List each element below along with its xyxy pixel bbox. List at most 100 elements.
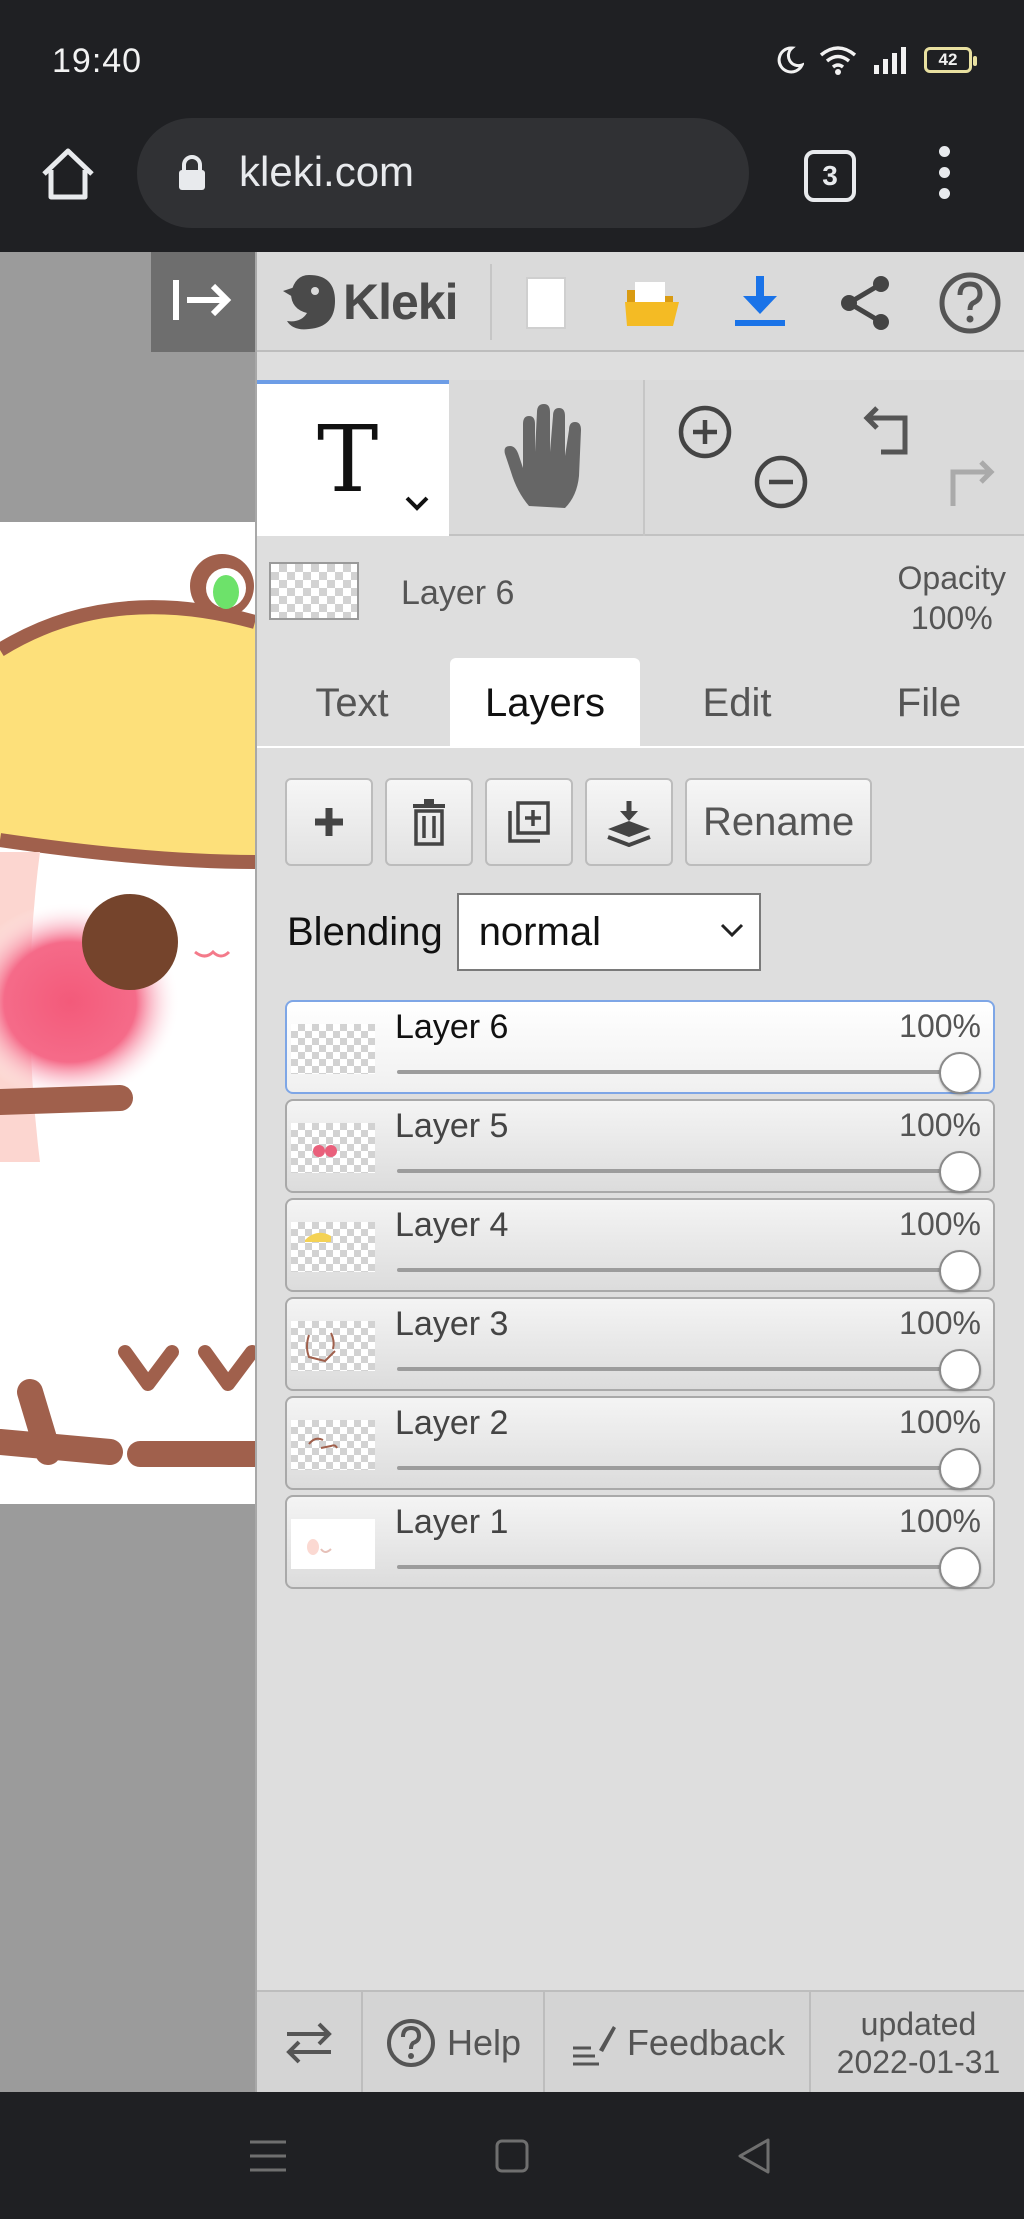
slider-knob[interactable] (939, 1250, 981, 1292)
current-layer-info: Layer 6 Opacity 100% (257, 538, 1024, 648)
current-layer-name: Layer 6 (401, 574, 515, 612)
slider-knob[interactable] (939, 1547, 981, 1589)
history-controls (825, 380, 1024, 536)
layer-opacity-slider[interactable] (397, 1367, 971, 1371)
help-button[interactable]: Help (363, 1992, 545, 2094)
collapse-panel-button[interactable] (151, 252, 255, 352)
zoom-out-icon[interactable] (751, 452, 811, 512)
layer-list: Layer 6 100% Layer 5 100% Layer 4 100% L… (285, 1000, 995, 1594)
open-folder-icon[interactable] (619, 270, 685, 336)
zoom-controls (645, 380, 825, 536)
layer-opacity-slider[interactable] (397, 1070, 971, 1074)
tab-file[interactable]: File (834, 658, 1024, 748)
tool-row: T (257, 380, 1024, 536)
duplicate-layer-button[interactable] (485, 778, 573, 866)
layer-name: Layer 3 (395, 1305, 509, 1343)
url-text: kleki.com (239, 148, 415, 195)
layer-thumbnail (291, 1024, 375, 1074)
layer-row-3[interactable]: Layer 3 100% (285, 1297, 995, 1391)
updated-label: updated (860, 2006, 977, 2042)
panel-footer: Help Feedback updated 2022-01-31 (257, 1990, 1024, 2094)
undo-icon[interactable] (861, 402, 921, 462)
panel-tabs: Text Layers Edit File (257, 648, 1024, 748)
add-layer-button[interactable] (285, 778, 373, 866)
layer-opacity-slider[interactable] (397, 1466, 971, 1470)
layer-thumbnail (291, 1123, 375, 1173)
system-nav-bar (0, 2092, 1024, 2219)
layer-row-5[interactable]: Layer 5 100% (285, 1099, 995, 1193)
chevron-down-icon[interactable] (403, 492, 431, 514)
overflow-menu-button[interactable] (928, 146, 960, 206)
new-image-icon[interactable] (513, 270, 579, 336)
updated-info: updated 2022-01-31 (811, 1992, 1024, 2094)
lock-icon (179, 155, 205, 190)
tab-switcher-button[interactable]: 3 (804, 150, 856, 202)
kleki-bird-icon (283, 275, 335, 330)
layer-opacity: 100% (899, 1206, 981, 1242)
tab-text[interactable]: Text (257, 658, 447, 748)
kleki-logo[interactable]: Kleki (281, 266, 459, 338)
collapse-arrow-icon (173, 280, 232, 320)
help-label: Help (446, 2022, 522, 2063)
battery-icon: 42 (924, 47, 977, 73)
layer-opacity-slider[interactable] (397, 1565, 971, 1569)
slider-knob[interactable] (939, 1448, 981, 1490)
layer-opacity: 100% (899, 1404, 981, 1440)
drawing-canvas-area[interactable] (0, 252, 255, 2092)
download-icon[interactable] (727, 270, 793, 336)
layer-opacity-slider[interactable] (397, 1268, 971, 1272)
kleki-side-panel: Kleki T Layer 6 Opacity 100% Text Layers… (255, 252, 1024, 2094)
layer-name: Layer 5 (395, 1107, 509, 1145)
feedback-button[interactable]: Feedback (545, 1992, 811, 2094)
rename-layer-button[interactable]: Rename (685, 778, 873, 866)
blending-select[interactable]: normal (456, 893, 761, 971)
layer-thumbnail (291, 1420, 375, 1470)
back-triangle-icon[interactable] (734, 2136, 774, 2176)
slider-knob[interactable] (939, 1349, 981, 1391)
layer-row-4[interactable]: Layer 4 100% (285, 1198, 995, 1292)
layer-row-2[interactable]: Layer 2 100% (285, 1396, 995, 1490)
layer-thumbnail (291, 1321, 375, 1371)
current-layer-opacity: Opacity 100% (897, 560, 1006, 636)
layer-name: Layer 4 (395, 1206, 509, 1244)
blending-label: Blending (287, 909, 443, 954)
layer-thumbnail (291, 1519, 375, 1569)
wifi-icon (819, 46, 857, 75)
layer-row-6[interactable]: Layer 6 100% (285, 1000, 995, 1094)
swap-side-button[interactable] (257, 1992, 363, 2094)
redo-icon[interactable] (937, 452, 997, 512)
slider-knob[interactable] (939, 1151, 981, 1193)
moon-icon (777, 46, 804, 74)
tab-edit[interactable]: Edit (642, 658, 832, 748)
merge-down-icon (607, 801, 651, 847)
kleki-brand: Kleki (343, 274, 459, 330)
address-bar[interactable]: kleki.com (137, 118, 749, 228)
recents-menu-icon[interactable] (248, 2138, 288, 2174)
help-circle-icon (386, 2019, 435, 2067)
feedback-label: Feedback (626, 2022, 786, 2063)
delete-layer-button[interactable] (385, 778, 473, 866)
slider-knob[interactable] (939, 1052, 981, 1094)
merge-down-button[interactable] (585, 778, 673, 866)
swap-arrows-icon (286, 2022, 332, 2064)
home-square-icon[interactable] (494, 2138, 530, 2174)
help-icon[interactable] (937, 270, 1003, 336)
layer-row-1[interactable]: Layer 1 100% (285, 1495, 995, 1589)
artwork-drawing (0, 554, 255, 1467)
zoom-in-icon[interactable] (675, 402, 735, 462)
trash-icon (413, 799, 445, 846)
home-icon[interactable] (36, 142, 100, 206)
share-icon[interactable] (833, 270, 899, 336)
layer-opacity-slider[interactable] (397, 1169, 971, 1173)
blending-control: Blending normal (287, 892, 761, 972)
layer-name: Layer 1 (395, 1503, 509, 1541)
layer-name: Layer 6 (395, 1008, 509, 1046)
tab-layers[interactable]: Layers (450, 658, 640, 748)
hand-tool-button[interactable] (449, 380, 645, 536)
artwork-canvas[interactable] (0, 522, 255, 1504)
chevron-down-icon (720, 923, 743, 938)
layer-opacity: 100% (899, 1305, 981, 1341)
browser-toolbar: kleki.com 3 (0, 118, 1024, 252)
feedback-pen-icon (572, 2026, 616, 2066)
text-tool-button[interactable]: T (257, 380, 449, 536)
